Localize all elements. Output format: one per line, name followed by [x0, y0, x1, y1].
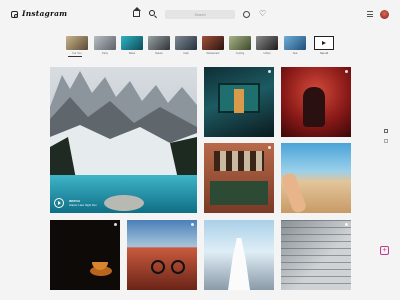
multi-post-icon	[268, 70, 271, 73]
category-chip-cafe[interactable]	[175, 36, 197, 50]
category-label: Urban	[263, 52, 271, 55]
home-icon[interactable]	[132, 7, 141, 17]
category-label: Party	[101, 52, 109, 55]
feed-tile-bicycle[interactable]	[127, 220, 197, 290]
play-icon	[58, 201, 61, 205]
instagram-logo-icon[interactable]	[11, 11, 18, 18]
multi-post-icon	[268, 146, 271, 149]
search-input[interactable]: Search	[165, 10, 235, 19]
avatar[interactable]	[380, 10, 389, 19]
heart-icon[interactable]: ♡	[259, 10, 266, 18]
multi-post-icon	[191, 223, 194, 226]
category-label: Restaurant	[206, 52, 220, 55]
category-chip-sea[interactable]	[284, 36, 306, 50]
video-play-button[interactable]	[54, 198, 64, 208]
category-chip-wave[interactable]	[121, 36, 143, 50]
active-category-indicator	[68, 56, 82, 57]
explore-compass-icon[interactable]	[243, 11, 250, 18]
category-label: For You	[72, 52, 82, 55]
feed-tile-staircase[interactable]	[281, 220, 351, 290]
brand-wordmark[interactable]: Instagram	[22, 9, 67, 18]
category-label: Cycling	[235, 52, 245, 55]
multi-post-icon	[345, 70, 348, 73]
explore-page: Instagram Search ♡ For You Party Wave Na…	[0, 0, 400, 300]
feed-tile-bride[interactable]	[204, 220, 274, 290]
category-chip-nature[interactable]	[148, 36, 170, 50]
feed-tile-tea-cup[interactable]	[50, 220, 120, 290]
play-icon	[322, 41, 326, 45]
top-bar: Instagram Search ♡	[0, 0, 400, 28]
category-label: Wave	[128, 52, 136, 55]
category-chip-urban[interactable]	[256, 36, 278, 50]
category-label: Nature	[155, 52, 163, 55]
filter-icon[interactable]	[367, 11, 373, 17]
video-subtitle: Glacier Lake Night Run	[69, 204, 97, 207]
video-title: WATCH	[69, 199, 80, 203]
category-chip-cycling[interactable]	[229, 36, 251, 50]
grid-view-icon[interactable]	[384, 129, 388, 133]
multi-post-icon	[345, 223, 348, 226]
category-chip-for-you[interactable]	[66, 36, 88, 50]
feed-tile-featured-video[interactable]	[50, 67, 197, 213]
category-label: Cafe	[183, 52, 189, 55]
feed-tile-red-portrait[interactable]	[281, 67, 351, 137]
mountain-lake-image	[50, 67, 197, 213]
multi-post-icon	[114, 223, 117, 226]
see-all-label: See all	[320, 52, 328, 55]
search-placeholder: Search	[194, 12, 206, 17]
category-chip-restaurant[interactable]	[202, 36, 224, 50]
view-toggle	[384, 129, 388, 143]
feed-tile-street-night[interactable]	[204, 67, 274, 137]
category-bar: For You Party Wave Nature Cafe Restauran…	[66, 36, 336, 58]
search-icon[interactable]	[149, 10, 155, 16]
list-view-icon[interactable]	[384, 139, 388, 143]
new-post-button[interactable]: +	[380, 246, 389, 255]
see-all-button[interactable]	[314, 36, 334, 50]
category-label: Sea	[292, 52, 298, 55]
feed-tile-brick-storefront[interactable]	[204, 143, 274, 213]
feed-tile-desert[interactable]	[281, 143, 351, 213]
category-chip-party[interactable]	[94, 36, 116, 50]
